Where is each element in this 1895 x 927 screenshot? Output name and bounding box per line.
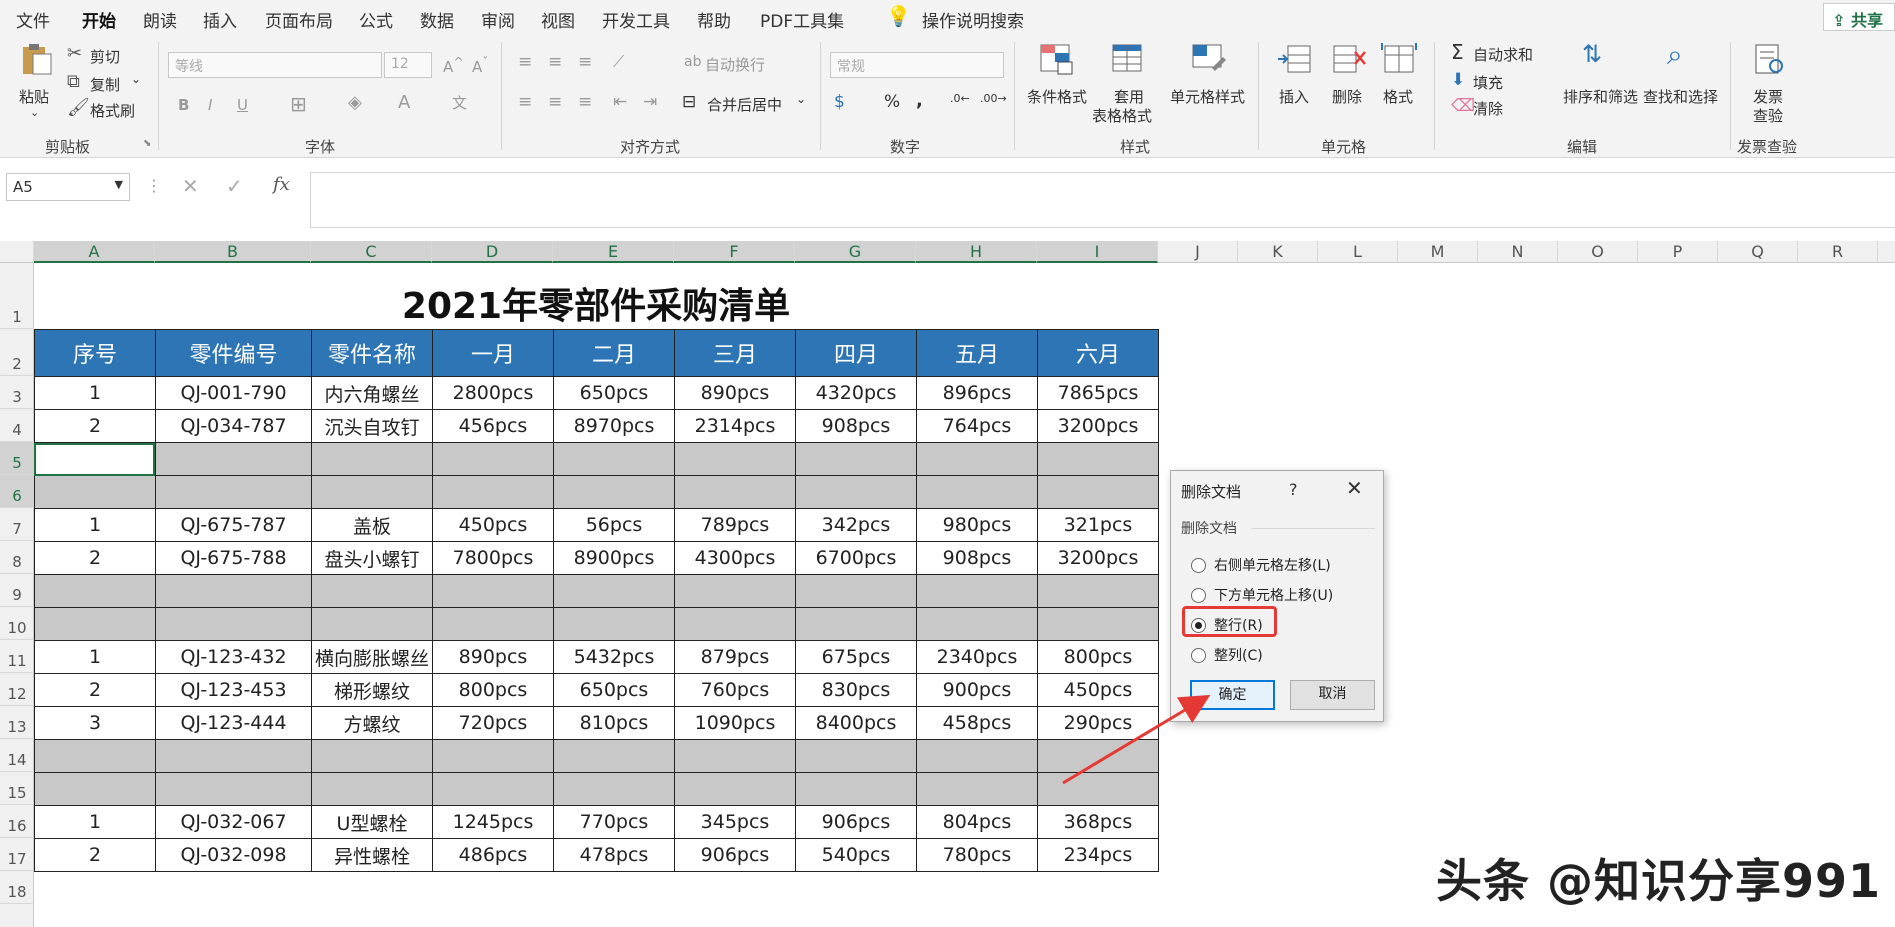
watermark: 头条 @知识分享991 <box>1436 854 1882 908</box>
annotation-arrow <box>1062 694 1211 785</box>
